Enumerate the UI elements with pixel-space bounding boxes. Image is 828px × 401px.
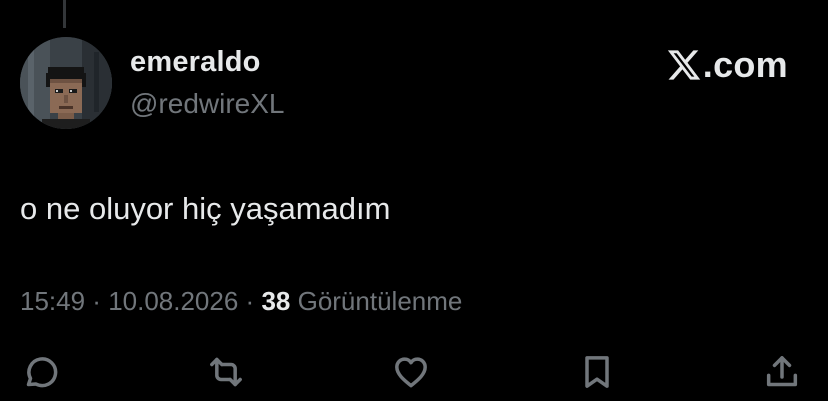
thread-connector-line <box>63 0 66 28</box>
views-spacer <box>290 286 297 316</box>
bookmark-button[interactable] <box>575 350 619 394</box>
retweet-button[interactable] <box>204 350 248 394</box>
heart-icon <box>395 357 427 388</box>
views-count: 38 <box>261 286 291 316</box>
tweet-actions-bar <box>0 350 828 394</box>
tweet-time[interactable]: 15:49 <box>20 286 85 316</box>
views-label: Görüntülenme <box>297 286 463 316</box>
share-icon <box>766 356 798 387</box>
avatar-image <box>20 37 112 129</box>
share-button[interactable] <box>760 350 804 394</box>
x-logo-icon <box>667 50 701 80</box>
meta-separator: · <box>85 286 109 316</box>
tweet-text: o ne oluyor hiç yaşamadım <box>20 191 391 226</box>
retweet-icon <box>210 357 242 387</box>
meta-separator: · <box>238 286 262 316</box>
avatar[interactable] <box>20 37 112 129</box>
reply-icon <box>26 357 58 388</box>
bookmark-icon <box>585 356 609 388</box>
like-button[interactable] <box>389 350 433 394</box>
brand-logo: .com <box>666 44 788 86</box>
tweet-date[interactable]: 10.08.2026 <box>108 286 238 316</box>
brand-domain-text: .com <box>702 44 788 85</box>
reply-button[interactable] <box>19 350 63 394</box>
tweet-metadata: 15:49 · 10.08.2026 · 38 Görüntülenme <box>20 286 462 317</box>
author-handle[interactable]: @redwireXL <box>130 88 284 120</box>
author-display-name[interactable]: emeraldo <box>130 46 261 79</box>
